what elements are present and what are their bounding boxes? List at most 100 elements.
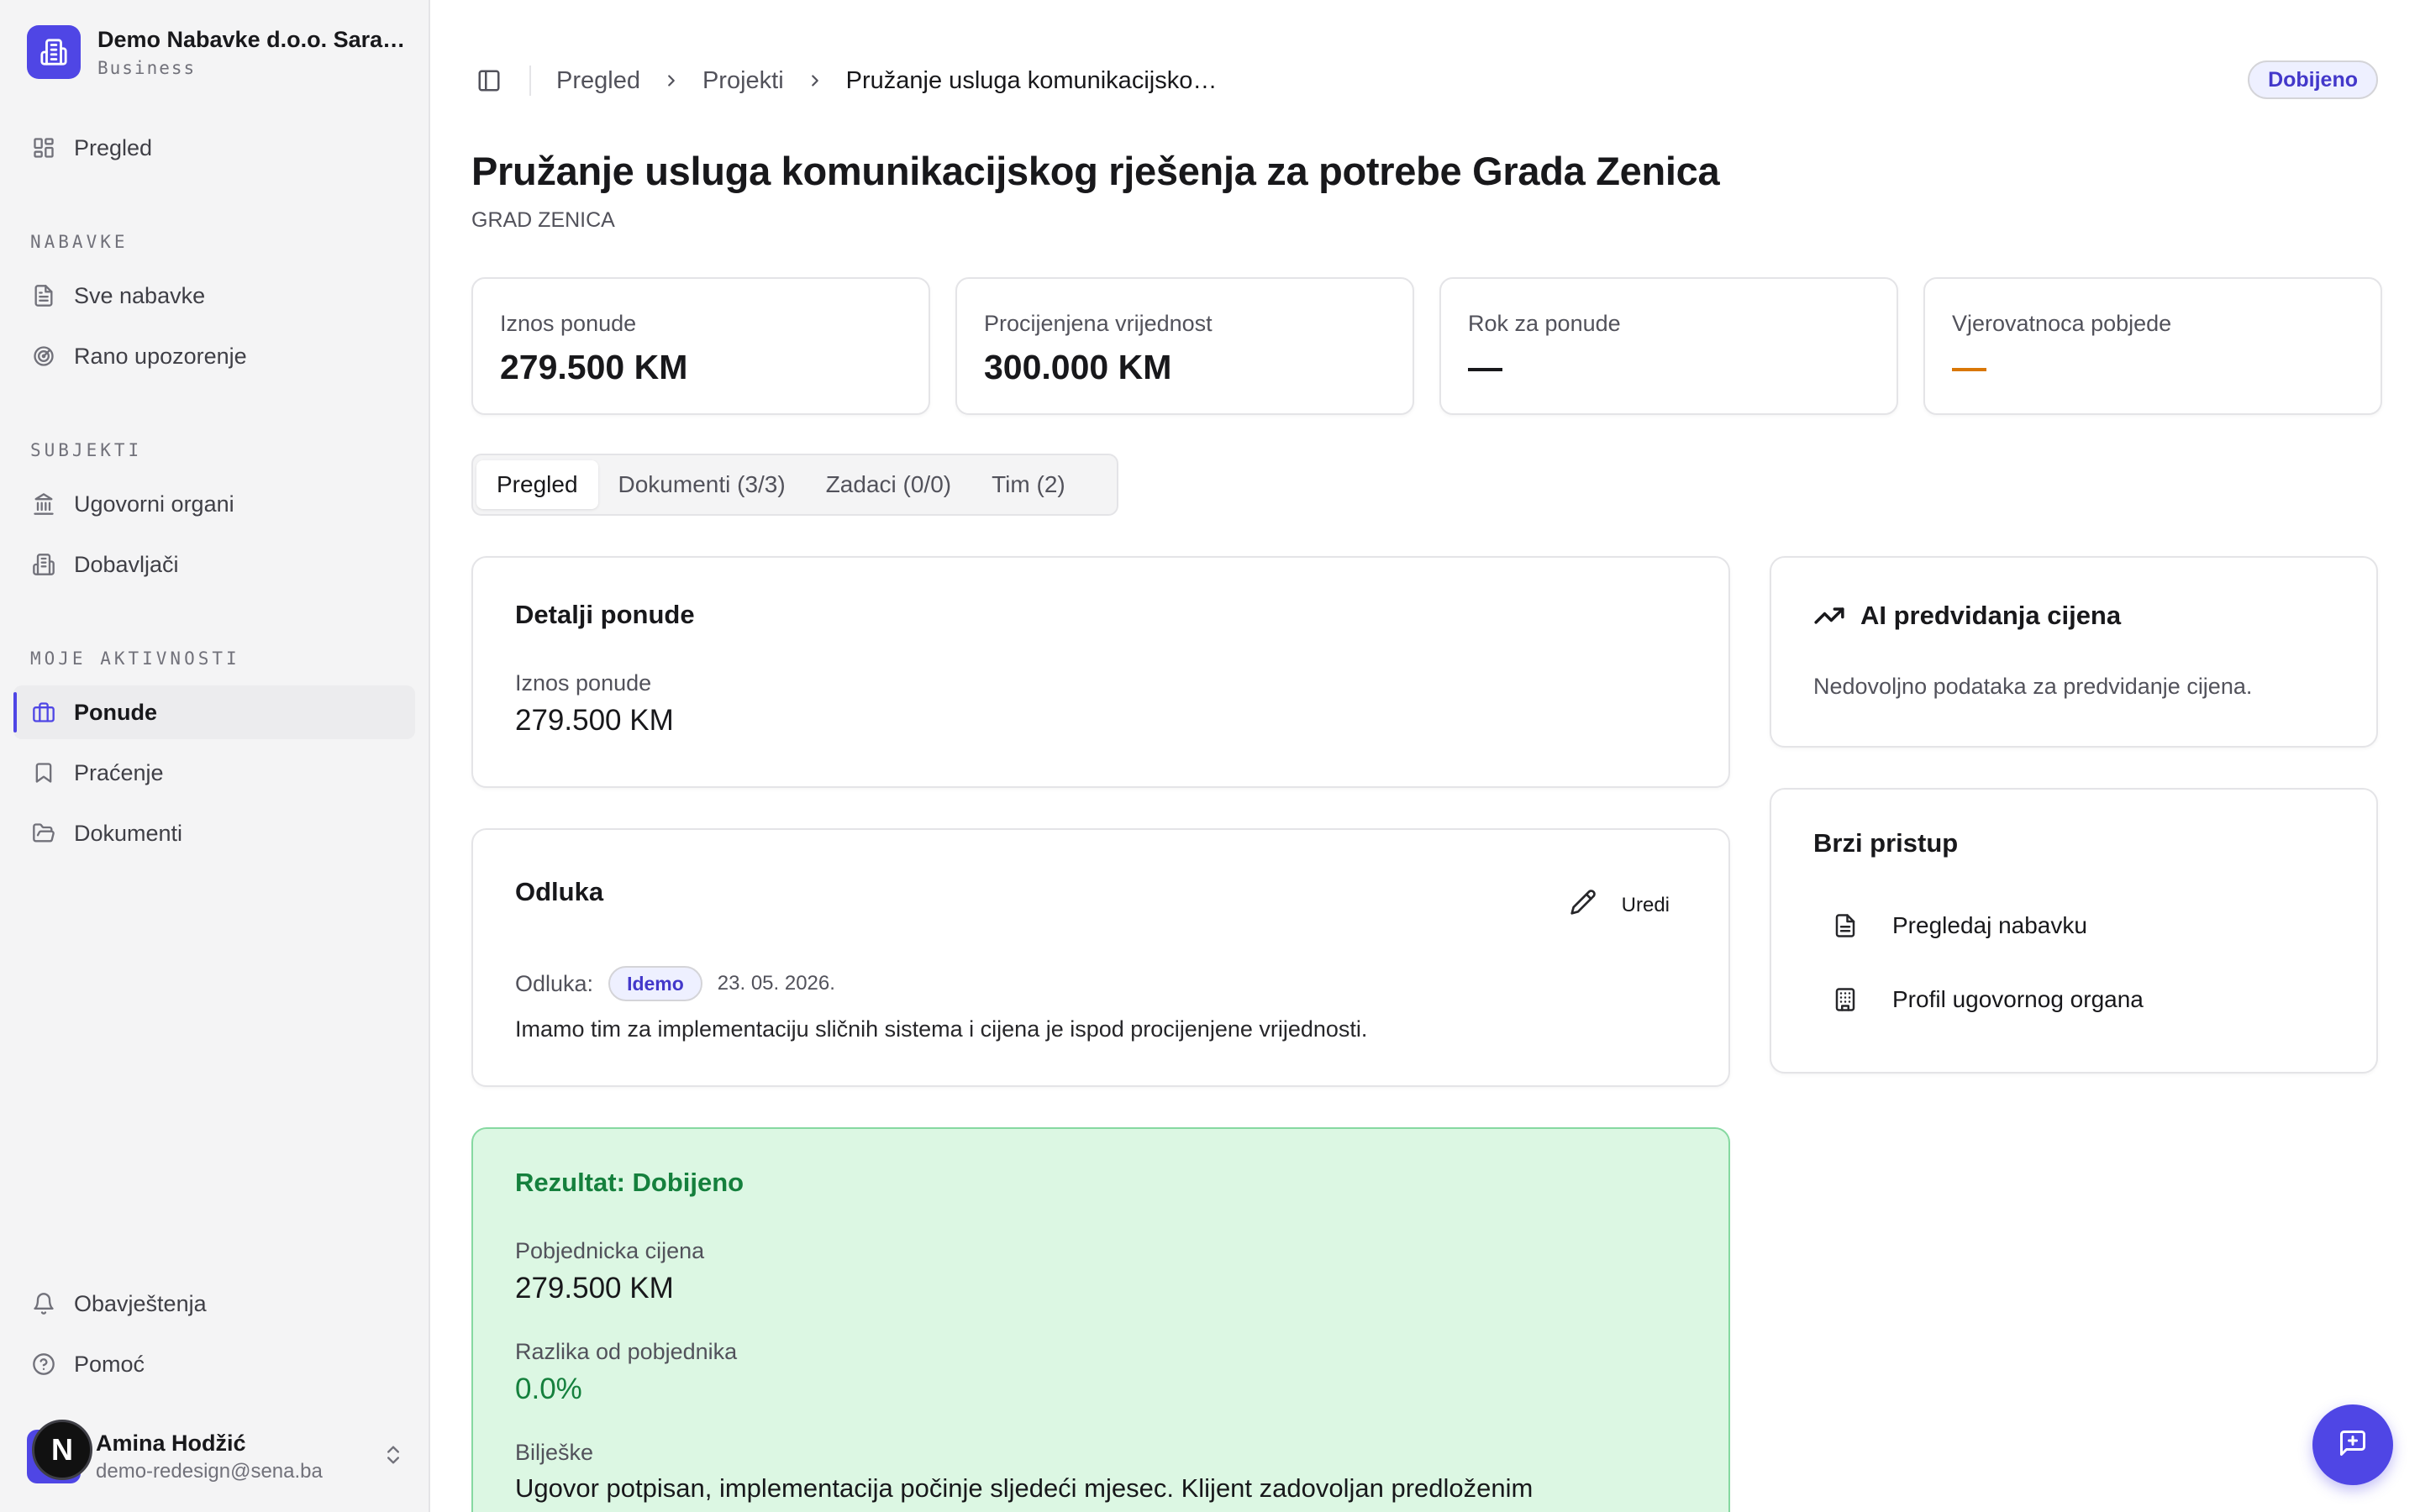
- sidebar-item-label: Sve nabavke: [74, 282, 206, 308]
- sidebar-item-label: Ponude: [74, 699, 157, 725]
- breadcrumb: Pregled Projekti Pružanje usluga komunik…: [556, 67, 1217, 95]
- decision-text: Imamo tim za implementaciju sličnih sist…: [515, 1016, 1368, 1042]
- org-plan: Business: [97, 57, 197, 78]
- chevron-right-icon: [806, 71, 824, 90]
- breadcrumb-projekti[interactable]: Projekti: [702, 67, 784, 95]
- section-label-nabavke: NABAVKE: [30, 232, 129, 252]
- sidebar-item-dobavljaci[interactable]: Dobavljači: [13, 538, 415, 591]
- field-label: Bilješke: [515, 1440, 594, 1465]
- ai-text: Nedovoljno podataka za predvidanje cijen…: [1813, 674, 2253, 699]
- sidebar-item-label: Dokumenti: [74, 820, 183, 846]
- tab-zadaci[interactable]: Zadaci (0/0): [806, 460, 971, 509]
- page-title: Pružanje usluga komunikacijskog rješenja…: [471, 149, 1720, 193]
- status-badge: Dobijeno: [2248, 60, 2378, 99]
- chevrons-up-down-icon: [381, 1443, 405, 1471]
- sidebar-item-pregled[interactable]: Pregled: [13, 121, 415, 175]
- dev-tools-badge[interactable]: N: [32, 1420, 92, 1480]
- section-label-subjekti: SUBJEKTI: [30, 440, 143, 460]
- card-title: Odluka: [515, 877, 604, 906]
- topbar: Pregled Projekti Pružanje usluga komunik…: [474, 60, 2378, 101]
- sidebar-toggle-icon[interactable]: [474, 66, 504, 96]
- card-title-text: AI predvidanja cijena: [1860, 601, 2122, 630]
- field-value: 0.0%: [515, 1373, 582, 1405]
- stat-value-empty: —: [1468, 348, 1502, 386]
- sidebar-item-label: Rano upozorenje: [74, 343, 247, 369]
- message-plus-icon: [2338, 1428, 2368, 1462]
- sidebar-item-label: Obavještenja: [74, 1290, 207, 1316]
- decision-badge: Idemo: [608, 966, 702, 1001]
- stat-card-rok: Rok za ponude —: [1439, 277, 1898, 415]
- card-title: Brzi pristup: [1813, 828, 1959, 858]
- bookmark-icon: [30, 759, 57, 786]
- divider: [529, 66, 531, 96]
- result-card: Rezultat: Dobijeno Pobjednicka cijena 27…: [471, 1127, 1730, 1512]
- stat-label: Procijenjena vrijednost: [984, 311, 1213, 336]
- building-icon: [1832, 987, 1859, 1012]
- tab-pregled[interactable]: Pregled: [476, 460, 598, 509]
- ai-prediction-card: AI predvidanja cijena Nedovoljno podatak…: [1770, 556, 2378, 748]
- file-text-icon: [1832, 913, 1859, 938]
- folder-open-icon: [30, 820, 57, 847]
- org-switcher[interactable]: Demo Nabavke d.o.o. Sarajevo Business: [27, 25, 408, 79]
- org-name: Demo Nabavke d.o.o. Sarajevo: [97, 26, 408, 52]
- field-label: Razlika od pobjednika: [515, 1339, 738, 1364]
- sidebar-item-pracenje[interactable]: Praćenje: [13, 746, 415, 800]
- stat-label: Iznos ponude: [500, 311, 637, 336]
- sidebar-item-pomoc[interactable]: Pomoć: [13, 1337, 415, 1391]
- dashboard-icon: [30, 134, 57, 161]
- quick-access-card: Brzi pristup Pregledaj nabavku Profil ug…: [1770, 788, 2378, 1074]
- sidebar-item-label: Praćenje: [74, 759, 164, 785]
- sidebar: Demo Nabavke d.o.o. Sarajevo Business Pr…: [0, 0, 430, 1512]
- user-name: Amina Hodžić: [96, 1430, 246, 1456]
- page-subtitle: GRAD ZENICA: [471, 208, 615, 232]
- building-icon: [27, 25, 81, 79]
- pencil-icon: [1570, 889, 1597, 921]
- edit-button[interactable]: Uredi: [1570, 889, 1670, 921]
- field-label: Iznos ponude: [515, 670, 652, 696]
- sidebar-item-label: Pregled: [74, 134, 153, 160]
- field-value: 279.500 KM: [515, 704, 674, 737]
- field-label: Pobjednicka cijena: [515, 1238, 705, 1263]
- sidebar-item-label: Dobavljači: [74, 551, 179, 577]
- decision-row: Odluka: Idemo 23. 05. 2026.: [515, 966, 835, 1001]
- stat-card-procijenjena: Procijenjena vrijednost 300.000 KM: [955, 277, 1414, 415]
- stat-label: Vjerovatnoca pobjede: [1952, 311, 2172, 336]
- sidebar-item-rano-upozorenje[interactable]: Rano upozorenje: [13, 329, 415, 383]
- sidebar-item-sve-nabavke[interactable]: Sve nabavke: [13, 269, 415, 323]
- stat-value: 279.500 KM: [500, 348, 688, 386]
- decision-date: 23. 05. 2026.: [717, 972, 835, 995]
- quick-link-label: Pregledaj nabavku: [1892, 912, 2087, 938]
- field-value: 279.500 KM: [515, 1272, 674, 1305]
- field-value: Ugovor potpisan, implementacija počinje …: [515, 1473, 1534, 1503]
- building-icon: [30, 551, 57, 578]
- radar-icon: [30, 343, 57, 370]
- sidebar-item-dokumenti[interactable]: Dokumenti: [13, 806, 415, 860]
- card-title: AI predvidanja cijena: [1813, 600, 2121, 632]
- file-text-icon: [30, 282, 57, 309]
- trending-up-icon: [1813, 600, 1845, 632]
- edit-label: Uredi: [1621, 893, 1670, 916]
- tab-list: Pregled Dokumenti (3/3) Zadaci (0/0) Tim…: [471, 454, 1118, 516]
- decision-card: Odluka Uredi Odluka: Idemo 23. 05. 2026.…: [471, 828, 1730, 1087]
- breadcrumb-pregled[interactable]: Pregled: [556, 67, 640, 95]
- section-label-aktivnosti: MOJE AKTIVNOSTI: [30, 648, 240, 669]
- card-title: Rezultat: Dobijeno: [515, 1168, 744, 1197]
- card-title: Detalji ponude: [515, 600, 695, 629]
- tab-tim[interactable]: Tim (2): [971, 460, 1086, 509]
- stat-label: Rok za ponude: [1468, 311, 1621, 336]
- details-card: Detalji ponude Iznos ponude 279.500 KM: [471, 556, 1730, 788]
- sidebar-item-obavjestenja[interactable]: Obavještenja: [13, 1277, 415, 1331]
- quick-link-nabavka[interactable]: Pregledaj nabavku: [1832, 912, 2087, 939]
- bell-icon: [30, 1290, 57, 1317]
- user-email: demo-redesign@sena.ba: [96, 1459, 323, 1483]
- sidebar-item-label: Pomoć: [74, 1351, 145, 1377]
- chat-button[interactable]: [2312, 1404, 2393, 1485]
- stat-card-vjerovatnoca: Vjerovatnoca pobjede —: [1923, 277, 2382, 415]
- breadcrumb-current: Pružanje usluga komunikacijsko…: [845, 66, 1218, 94]
- main-content: Pregled Projekti Pružanje usluga komunik…: [432, 0, 2420, 1512]
- sidebar-item-ponude[interactable]: Ponude: [13, 685, 415, 739]
- quick-link-profil[interactable]: Profil ugovornog organa: [1832, 986, 2144, 1013]
- chevron-right-icon: [662, 71, 681, 90]
- tab-dokumenti[interactable]: Dokumenti (3/3): [598, 460, 806, 509]
- sidebar-item-ugovorni-organi[interactable]: Ugovorni organi: [13, 477, 415, 531]
